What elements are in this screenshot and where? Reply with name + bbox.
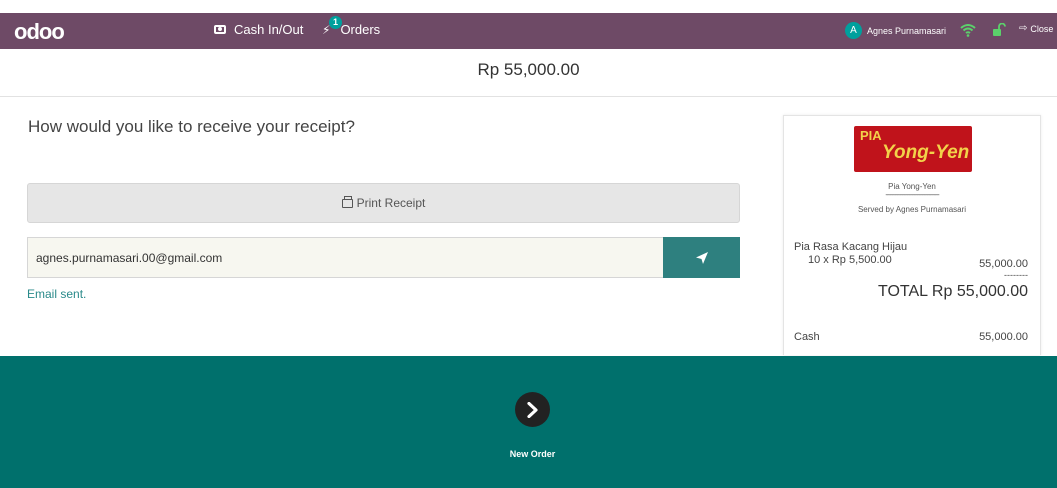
user-name: Agnes Purnamasari [867, 25, 947, 36]
new-order-label[interactable]: New Order [0, 449, 1057, 459]
print-receipt-label: Print Receipt [356, 196, 426, 210]
shop-logo: PIA Yong-Yen [854, 126, 972, 172]
new-order-button[interactable] [515, 392, 550, 427]
user-menu[interactable]: A Agnes Purnamasari [845, 22, 946, 39]
orders-label: Orders [340, 22, 381, 37]
odoo-logo: odoo [14, 19, 65, 44]
cash-in-out-label: Cash In/Out [234, 22, 304, 37]
line-item-qty: 10 x Rp 5,500.00 [808, 254, 892, 266]
email-status: Email sent. [27, 287, 87, 301]
orders-icon: ⚡ 1 [322, 15, 342, 37]
payment-method-amount: 55,000.00 [979, 331, 1028, 343]
top-bar: odoo Cash In/Out ⚡ 1 Orders A Agnes Purna… [0, 13, 1057, 49]
receipt-preview: PIA Yong-Yen Pia Yong-Yen --------------… [783, 115, 1041, 355]
email-input[interactable]: agnes.purnamasari.00@gmail.com [27, 237, 663, 278]
payment-method: Cash [794, 331, 820, 343]
chevron-right-icon [526, 401, 538, 418]
served-by: Served by Agnes Purnamasari [857, 205, 967, 214]
orders-badge: 1 [329, 15, 342, 29]
email-value: agnes.purnamasari.00@gmail.com [36, 250, 223, 265]
shop-logo-name: Yong-Yen [882, 142, 970, 163]
close-button[interactable]: ⇨ Close [1019, 23, 1053, 34]
line-item-total: 55,000.00 [979, 258, 1028, 270]
shop-logo-top: PIA [860, 128, 882, 143]
divider [0, 96, 1057, 97]
receipt-question: How would you like to receive your recei… [28, 117, 355, 136]
receipt-separator: -------------------------------- [885, 190, 939, 199]
cash-in-out-button[interactable]: Cash In/Out [214, 22, 303, 37]
line-item-name: Pia Rasa Kacang Hijau [794, 241, 908, 253]
printer-icon [341, 195, 353, 208]
avatar: A [845, 22, 862, 39]
orders-button[interactable]: ⚡ 1 Orders [322, 15, 381, 37]
lock-icon[interactable] [992, 23, 1006, 37]
wifi-icon[interactable] [960, 23, 976, 37]
print-receipt-button[interactable]: Print Receipt [27, 183, 740, 223]
close-label: Close [1030, 23, 1054, 34]
receipt-total: TOTAL Rp 55,000.00 [877, 283, 1028, 300]
send-email-button[interactable] [663, 237, 740, 278]
payment-amount: Rp 55,000.00 [477, 60, 580, 79]
total-separator: -------- [1004, 270, 1028, 280]
send-icon [695, 251, 708, 264]
sign-out-icon: ⇨ [1019, 23, 1028, 34]
cash-icon [214, 25, 226, 34]
